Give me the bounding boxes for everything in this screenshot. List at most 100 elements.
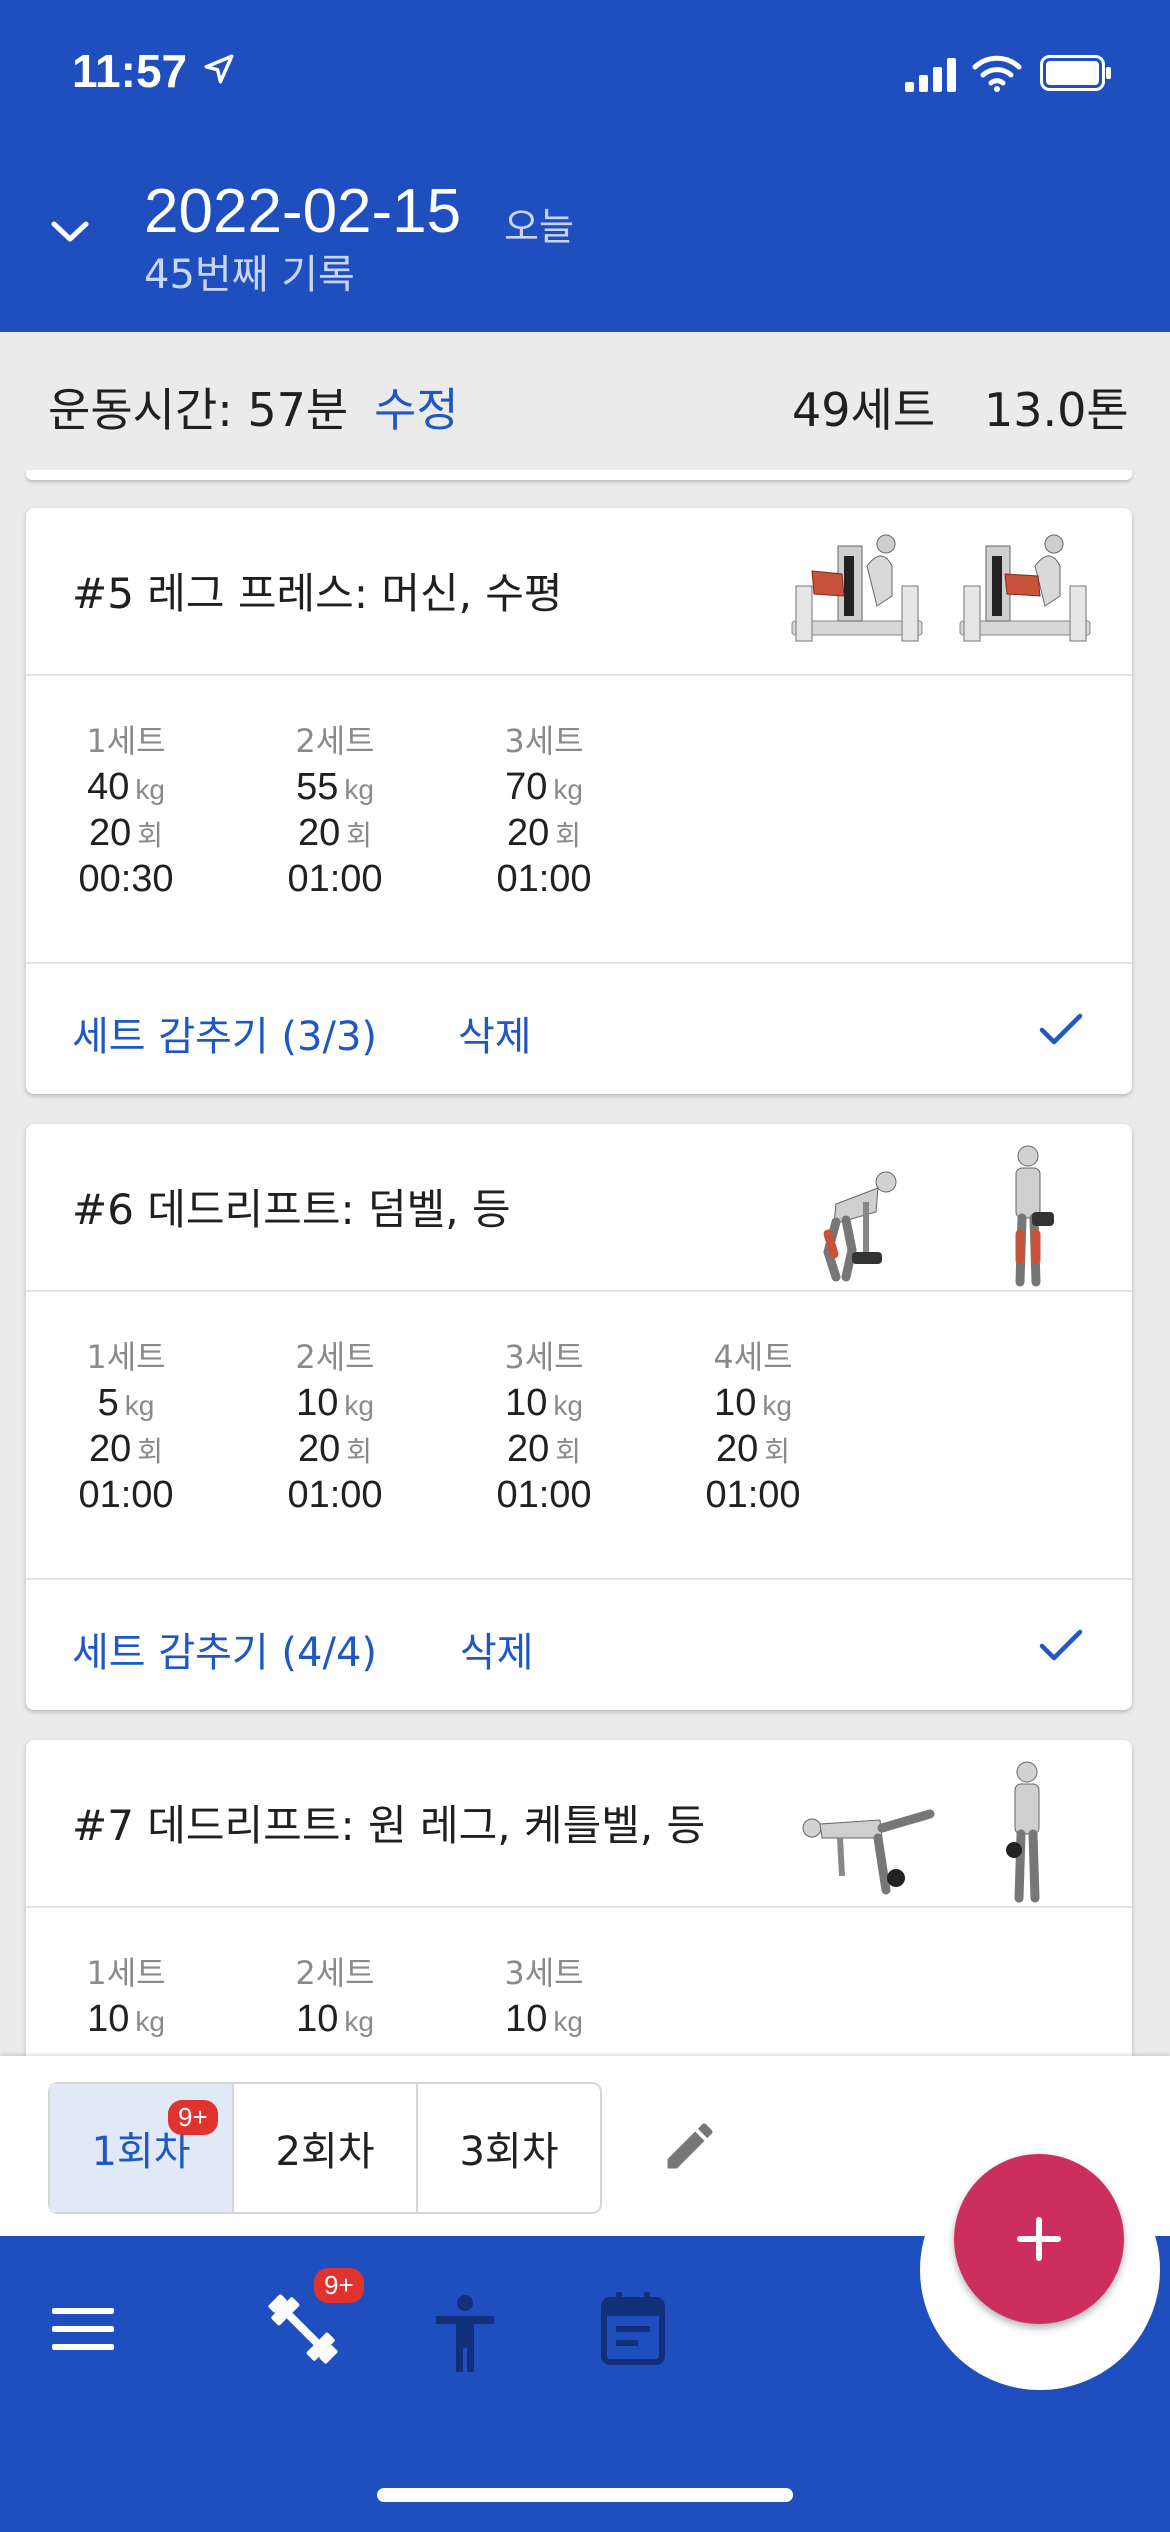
plus-icon [1017,2217,1061,2261]
set-rest-time: 01:00 [287,1474,383,1516]
set-weight: 5 [97,1382,119,1424]
unit-reps: 회 [137,820,164,851]
set-rest-time: 01:00 [705,1474,801,1516]
workout-summary: 운동시간: 57분 수정 49세트 13.0톤 [0,332,1170,467]
set-rest-time: 01:00 [496,858,592,900]
chevron-down-icon[interactable] [48,216,92,246]
status-time: 11:57 [72,45,188,97]
hide-sets-button[interactable]: 세트 감추기 (3/3) [72,1004,377,1062]
unit-kg: kg [344,774,374,805]
record-count: 45번째 기록 [144,252,355,298]
delete-button[interactable]: 삭제 [460,1620,534,1678]
set-label: 2세트 [295,1954,375,1992]
set-weight: 10 [87,1998,130,2040]
round-tab-2[interactable]: 2회차 [234,2084,418,2212]
set-item[interactable]: 4세트 10 kg 20 회 01:00 [663,1332,843,1520]
exercise-title: #6 데드리프트: 덤벨, 등 [72,1185,511,1234]
set-label: 1세트 [86,722,166,760]
set-item[interactable]: 3세트 10 kg 20 회 01:00 [454,1332,634,1520]
workout-badge: 9+ [314,2268,364,2303]
leg-press-start-image [791,534,923,642]
set-weight: 55 [296,766,339,808]
exercise-card: #7 데드리프트: 원 레그, 케틀벨, 등 1세트 10 kg 2세트 10 kg… [26,1740,1132,2100]
unit-reps: 회 [555,820,582,851]
round-tab-label: 3회차 [459,2129,559,2175]
set-reps: 20 [715,1428,759,1470]
unit-reps: 회 [764,1436,791,1467]
set-list: 1세트 40 kg 20 회 00:30 2세트 55 kg 20 회 01:00 3세… [26,676,1132,962]
set-label: 2세트 [295,1338,375,1376]
set-label: 1세트 [86,1954,166,1992]
check-icon[interactable] [1038,1010,1084,1048]
set-item[interactable]: 1세트 40 kg 20 회 00:30 [36,716,216,904]
add-button[interactable] [954,2154,1124,2324]
location-arrow-icon [204,54,234,84]
set-weight: 10 [714,1382,757,1424]
set-reps: 20 [506,812,550,854]
set-reps: 20 [88,1428,132,1470]
nav-workout[interactable]: 9+ [258,2268,364,2374]
card-actions: 세트 감추기 (4/4) 삭제 [26,1578,1132,1710]
unit-kg: kg [553,774,583,805]
dumbbell-deadlift-bent-image [823,1171,897,1282]
round-tab-label: 2회차 [275,2129,375,2175]
battery-icon [1040,55,1111,91]
unit-kg: kg [135,774,165,805]
exercise-header[interactable]: #7 데드리프트: 원 레그, 케틀벨, 등 [26,1740,1132,1908]
unit-kg: kg [135,2006,165,2037]
set-reps: 20 [88,812,132,854]
unit-reps: 회 [346,1436,373,1467]
set-weight: 70 [505,766,548,808]
total-tonnage: 13.0톤 [984,383,1129,437]
exercise-card: #6 데드리프트: 덤벨, 등 1세트 5 kg 20 회 01:00 2세트 10… [26,1124,1132,1710]
workout-duration: 운동시간: 57분 [48,383,349,437]
page-title-date: 2022-02-15 [144,177,462,246]
calendar-icon[interactable] [600,2290,666,2366]
leg-press-end-image [959,534,1091,642]
unit-reps: 회 [555,1436,582,1467]
exercise-card: #5 레그 프레스: 머신, 수평 1세트 40 kg 20 회 00:30 2… [26,508,1132,1094]
dumbbell-deadlift-standing-image [1015,1145,1054,1287]
set-item[interactable]: 2세트 10 kg [245,1948,425,2044]
set-weight: 10 [296,1382,339,1424]
check-icon[interactable] [1038,1626,1084,1664]
set-label: 3세트 [504,1954,584,1992]
hide-sets-button[interactable]: 세트 감추기 (4/4) [72,1620,377,1678]
set-rest-time: 01:00 [496,1474,592,1516]
previous-card-edge [26,470,1132,480]
round-tab-3[interactable]: 3회차 [418,2084,600,2212]
set-label: 3세트 [504,1338,584,1376]
unit-kg: kg [124,1390,155,1421]
single-leg-deadlift-standing-image [1006,1761,1040,1903]
set-label: 4세트 [713,1338,793,1376]
set-weight: 10 [505,1382,548,1424]
set-rest-time: 01:00 [287,858,383,900]
set-item[interactable]: 1세트 10 kg [36,1948,216,2044]
set-label: 2세트 [295,722,375,760]
menu-icon[interactable] [50,2304,116,2354]
exercise-header[interactable]: #6 데드리프트: 덤벨, 등 [26,1124,1132,1292]
set-label: 3세트 [504,722,584,760]
today-label: 오늘 [504,205,574,249]
set-reps: 20 [297,812,341,854]
set-weight: 10 [296,1998,339,2040]
unit-kg: kg [344,1390,374,1421]
edit-duration-button[interactable]: 수정 [374,374,459,440]
unit-kg: kg [344,2006,374,2037]
body-icon[interactable] [432,2294,498,2374]
cellular-signal-icon [905,58,956,92]
round-badge: 9+ [168,2100,218,2135]
set-item[interactable]: 2세트 55 kg 20 회 01:00 [245,716,425,904]
set-item[interactable]: 1세트 5 kg 20 회 01:00 [36,1332,216,1520]
delete-button[interactable]: 삭제 [458,1004,532,1062]
unit-kg: kg [553,2006,583,2037]
set-item[interactable]: 2세트 10 kg 20 회 01:00 [245,1332,425,1520]
set-item[interactable]: 3세트 70 kg 20 회 01:00 [454,716,634,904]
set-label: 1세트 [86,1338,166,1376]
pencil-icon[interactable] [660,2116,720,2176]
round-segmented-control: 1회차 9+ 2회차 3회차 [48,2082,602,2214]
set-item[interactable]: 3세트 10 kg [454,1948,634,2044]
home-indicator [377,2488,793,2502]
round-tab-1[interactable]: 1회차 9+ [50,2084,234,2212]
exercise-header[interactable]: #5 레그 프레스: 머신, 수평 [26,508,1132,676]
